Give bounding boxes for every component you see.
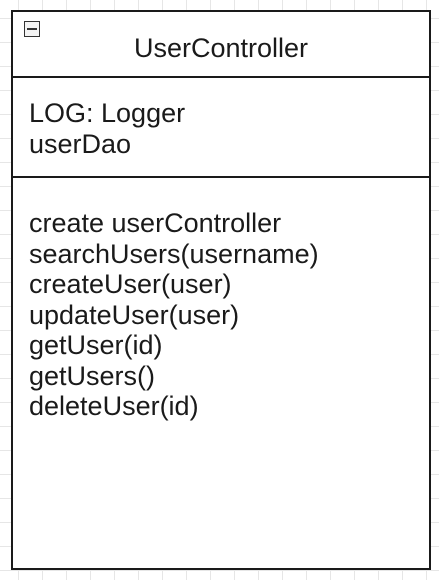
class-header: UserController: [13, 12, 429, 78]
method-item[interactable]: getUser(id): [29, 330, 429, 361]
minus-icon: [27, 27, 37, 30]
uml-class-box[interactable]: UserController LOG: Logger userDao creat…: [11, 10, 431, 570]
attribute-item[interactable]: userDao: [29, 129, 429, 160]
attribute-item[interactable]: LOG: Logger: [29, 98, 429, 129]
methods-compartment: create userController searchUsers(userna…: [13, 178, 429, 422]
method-item[interactable]: deleteUser(id): [29, 391, 429, 422]
method-item[interactable]: createUser(user): [29, 269, 429, 300]
method-item[interactable]: create userController: [29, 208, 429, 239]
method-item[interactable]: updateUser(user): [29, 300, 429, 331]
method-item[interactable]: getUsers(): [29, 361, 429, 392]
method-item[interactable]: searchUsers(username): [29, 239, 429, 270]
class-name[interactable]: UserController: [13, 31, 429, 65]
attributes-compartment: LOG: Logger userDao: [13, 78, 429, 178]
